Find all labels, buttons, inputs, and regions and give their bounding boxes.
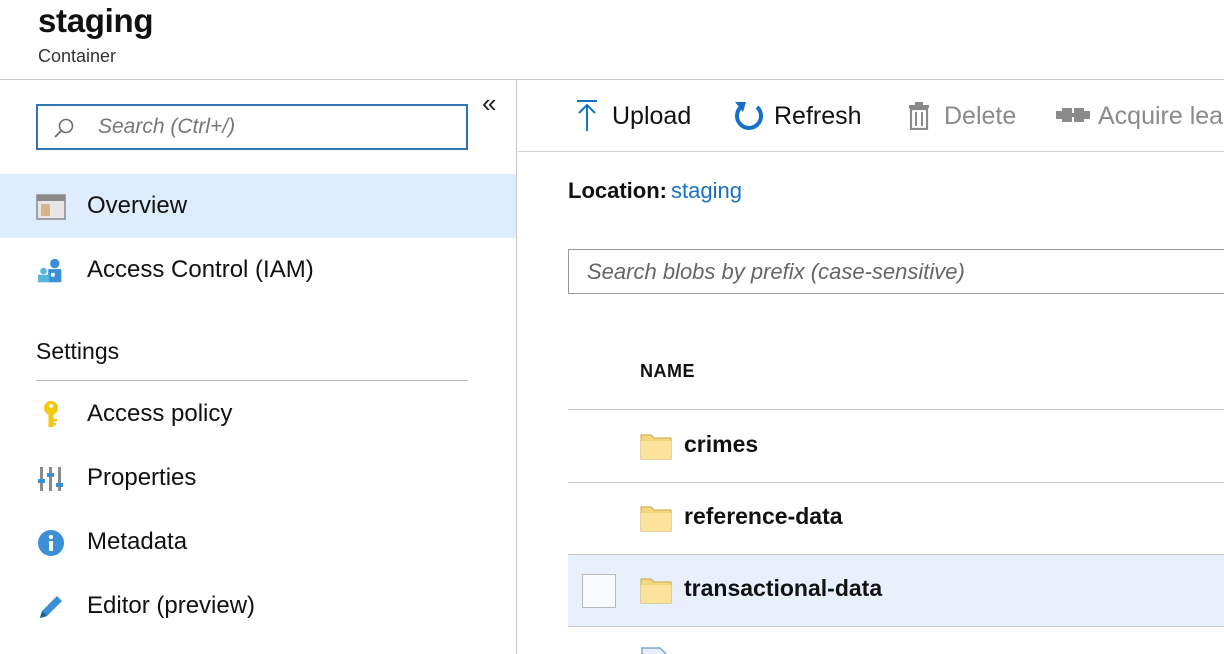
acquire-lease-button[interactable]: Acquire lea [1056,96,1223,136]
row-name[interactable]: crimes [684,431,758,458]
upload-icon [570,99,604,133]
upload-button[interactable]: Upload [570,96,691,136]
refresh-label: Refresh [774,101,862,130]
blob-search-box[interactable] [568,249,1224,294]
refresh-icon [732,99,766,133]
menu-item-access-control[interactable]: Access Control (IAM) [0,238,516,302]
folder-icon [640,578,672,604]
header-divider [568,409,1224,410]
section-divider [36,380,468,381]
menu-item-label: Overview [87,192,188,219]
properties-icon [36,464,66,494]
main-content: Upload Refresh Delete Acquire lea Locati… [518,80,1224,654]
blob-search-input[interactable] [585,258,1224,286]
menu-item-label: Properties [87,464,197,491]
menu-item-label: Access Control (IAM) [87,256,314,283]
trash-icon [902,99,936,133]
collapse-menu-button[interactable]: « [482,90,496,116]
menu-item-metadata[interactable]: Metadata [0,510,516,574]
info-icon [36,528,66,558]
file-icon [641,647,667,654]
menu-item-label: Editor (preview) [87,592,256,619]
overview-icon [36,192,66,222]
page-title: staging [38,2,154,39]
blade-header: staging Container [0,0,1224,80]
menu-item-properties[interactable]: Properties [0,446,516,510]
command-bar: Upload Refresh Delete Acquire lea [518,80,1224,152]
location-label: Location: [568,178,667,203]
upload-label: Upload [612,101,692,130]
menu-item-label: Access policy [87,400,233,427]
search-icon [54,118,74,138]
folder-icon [640,434,672,460]
pencil-icon [36,592,66,622]
refresh-button[interactable]: Refresh [732,96,862,136]
folder-icon [640,506,672,532]
location-link[interactable]: staging [671,178,742,203]
menu-item-overview[interactable]: Overview [0,174,516,238]
row-name[interactable]: transactional-data [684,575,882,602]
delete-button[interactable]: Delete [902,96,1016,136]
page-subtitle: Container [38,46,117,66]
table-row[interactable]: crimes [568,411,1224,483]
menu-item-label: Metadata [87,528,188,555]
settings-section-title: Settings [36,338,120,364]
location-breadcrumb: Location: staging [568,178,742,204]
row-name[interactable]: reference-data [684,503,843,530]
menu-item-access-policy[interactable]: Access policy [0,382,516,446]
menu-search-box[interactable] [36,104,468,150]
key-icon [36,400,66,430]
resource-menu: « Overview Access Control (IAM) Settings [0,80,517,654]
name-column-header[interactable]: NAME [640,361,695,382]
table-row[interactable]: transactional-data [568,555,1224,627]
row-checkbox[interactable] [582,574,616,608]
lease-icon [1056,99,1090,133]
table-row[interactable]: reference-data [568,483,1224,555]
acquire-lease-label: Acquire lea [1098,101,1224,130]
menu-search-input[interactable] [96,112,456,142]
menu-item-editor[interactable]: Editor (preview) [0,574,516,638]
iam-icon [36,256,66,286]
delete-label: Delete [944,101,1017,130]
